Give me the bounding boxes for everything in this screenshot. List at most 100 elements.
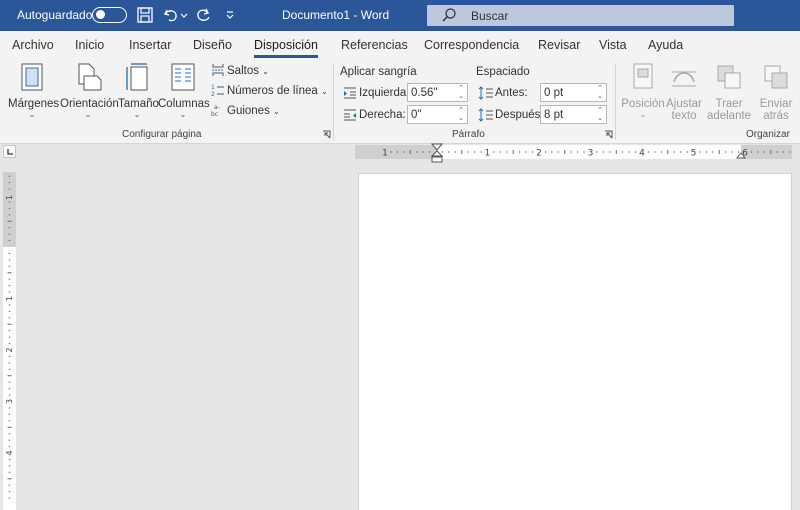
- tab-diseno[interactable]: Diseño: [193, 38, 232, 52]
- spin-down-icon[interactable]: ⌄: [458, 92, 464, 100]
- spacing-after-input[interactable]: 8 pt ⌃ ⌄: [540, 105, 607, 124]
- columns-icon: [171, 63, 195, 91]
- left-tab-stop-icon: [7, 149, 13, 155]
- document-page[interactable]: [358, 173, 792, 510]
- spin-up-icon[interactable]: ⌃: [597, 106, 603, 114]
- title-bar: Autoguardado Documento1 - Word Buscar: [0, 0, 800, 31]
- undo-dropdown-icon[interactable]: [180, 6, 188, 24]
- tab-vista[interactable]: Vista: [599, 38, 627, 52]
- ruler-number: 3: [5, 399, 14, 404]
- orientation-button[interactable]: Orientación ⌄: [60, 62, 119, 120]
- ruler-number: 4: [639, 149, 645, 159]
- spin-up-icon[interactable]: ⌃: [597, 84, 603, 92]
- indent-left-value: 0.56": [411, 87, 438, 99]
- ruler-number: 1: [5, 195, 14, 200]
- chevron-down-icon: ⌄: [179, 110, 187, 119]
- save-icon[interactable]: [136, 6, 154, 24]
- tab-correspondencia[interactable]: Correspondencia: [424, 38, 519, 52]
- send-backward-label-2: atrás: [763, 110, 789, 122]
- line-numbers-label: Números de línea: [227, 85, 318, 97]
- ribbon: Márgenes ⌄ Orientación ⌄ Tamaño ⌄ Column…: [0, 58, 800, 144]
- redo-icon[interactable]: [195, 6, 213, 24]
- ruler-number: 3: [588, 149, 594, 159]
- wrap-text-label-1: Ajustar: [666, 98, 702, 110]
- dialog-launcher-icon[interactable]: [604, 130, 613, 139]
- tab-selector[interactable]: [3, 145, 16, 158]
- ruler-number: 2: [5, 347, 14, 352]
- hyphenation-label: Guiones: [227, 105, 270, 117]
- chevron-down-icon: ⌄: [133, 110, 141, 119]
- margins-button[interactable]: Márgenes ⌄: [8, 62, 59, 120]
- columns-button[interactable]: Columnas ⌄: [158, 62, 210, 120]
- spin-down-icon[interactable]: ⌄: [458, 114, 464, 122]
- position-button[interactable]: Posición ⌄: [620, 62, 666, 120]
- indent-right-icon: [344, 109, 356, 121]
- wrap-text-button[interactable]: Ajustar texto: [664, 62, 704, 122]
- send-backward-button[interactable]: Enviar atrás: [755, 62, 797, 122]
- indent-left-icon: [344, 87, 356, 99]
- ruler-number: 1: [382, 149, 388, 159]
- ruler-ticks: 12345671: [382, 149, 791, 159]
- bring-forward-button[interactable]: Traer adelante: [703, 62, 755, 122]
- spin-down-icon[interactable]: ⌄: [597, 92, 603, 100]
- spin-up-icon[interactable]: ⌃: [458, 84, 464, 92]
- bring-forward-label-2: adelante: [706, 110, 752, 122]
- tab-inicio[interactable]: Inicio: [75, 38, 104, 52]
- group-separator: [615, 64, 616, 140]
- indent-header: Aplicar sangría: [340, 66, 417, 78]
- ruler-number: 5: [691, 149, 697, 159]
- tab-archivo[interactable]: Archivo: [12, 38, 54, 52]
- paragraph-group-label: Párrafo: [452, 129, 485, 140]
- bring-forward-icon: [717, 65, 741, 89]
- hyphenation-icon: a- bc: [211, 104, 220, 117]
- svg-text:a-: a-: [214, 104, 220, 111]
- document-title: Documento1 - Word: [282, 8, 390, 22]
- search-box[interactable]: Buscar: [427, 5, 734, 26]
- spacing-after-label: Después:: [495, 109, 544, 121]
- orientation-label: Orientación: [60, 98, 119, 110]
- position-icon: [633, 63, 653, 89]
- wrap-text-label-2: texto: [671, 110, 697, 122]
- chevron-down-icon: ⌄: [273, 107, 280, 116]
- search-placeholder: Buscar: [471, 9, 509, 23]
- spacing-after-value: 8 pt: [544, 109, 564, 121]
- wrap-text-icon: [672, 71, 696, 87]
- size-icon: [126, 63, 148, 91]
- spacing-after-icon: [478, 108, 493, 122]
- tab-disposicion[interactable]: Disposición: [254, 38, 318, 58]
- dialog-launcher-icon[interactable]: [322, 130, 331, 139]
- undo-icon[interactable]: [162, 6, 180, 24]
- indent-markers-icon[interactable]: [431, 143, 443, 163]
- ribbon-tabs: Archivo Inicio Insertar Diseño Disposici…: [0, 31, 800, 58]
- hyphenation-button[interactable]: a- bc Guiones ⌄: [211, 103, 280, 117]
- spacing-before-input[interactable]: 0 pt ⌃ ⌄: [540, 83, 607, 102]
- breaks-icon: [212, 64, 224, 76]
- customize-toolbar-icon[interactable]: [225, 6, 235, 24]
- right-indent-marker-icon[interactable]: [736, 152, 746, 160]
- breaks-button[interactable]: Saltos ⌄: [211, 63, 269, 77]
- vertical-ruler-ticks: 1 1 2 3 4: [5, 175, 14, 499]
- position-label: Posición: [621, 98, 665, 110]
- svg-text:1: 1: [211, 84, 215, 91]
- line-numbers-icon: 1 2: [211, 84, 224, 97]
- spin-up-icon[interactable]: ⌃: [458, 106, 464, 114]
- spin-down-icon[interactable]: ⌄: [597, 114, 603, 122]
- chevron-down-icon: ⌄: [28, 110, 36, 119]
- indent-left-input[interactable]: 0.56" ⌃ ⌄: [407, 83, 468, 102]
- tab-ayuda[interactable]: Ayuda: [648, 38, 683, 52]
- indent-right-input[interactable]: 0" ⌃ ⌄: [407, 105, 468, 124]
- spacing-before-icon: [478, 86, 493, 100]
- autosave-label: Autoguardado: [17, 8, 93, 22]
- line-numbers-button[interactable]: 1 2 Números de línea ⌄: [211, 83, 328, 97]
- autosave-toggle[interactable]: [92, 7, 127, 23]
- size-button[interactable]: Tamaño ⌄: [118, 62, 159, 120]
- tab-revisar[interactable]: Revisar: [538, 38, 580, 52]
- tab-referencias[interactable]: Referencias: [341, 38, 408, 52]
- page-setup-group-label: Configurar página: [122, 129, 202, 140]
- tab-insertar[interactable]: Insertar: [129, 38, 171, 52]
- size-label: Tamaño: [118, 98, 159, 110]
- toggle-knob: [96, 10, 105, 19]
- arrange-group-label: Organizar: [746, 129, 790, 140]
- chevron-down-icon: ⌄: [262, 67, 269, 76]
- vertical-scrollbar[interactable]: [792, 145, 800, 510]
